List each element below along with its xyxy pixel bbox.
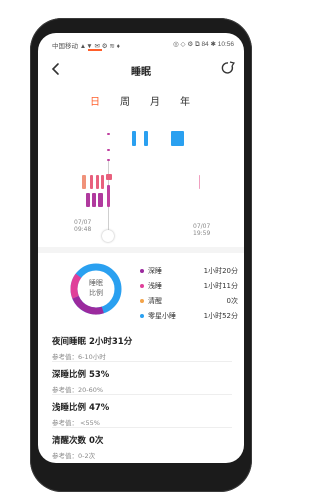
light-sleep-bar — [199, 175, 200, 189]
start-date: 07/07 — [74, 219, 92, 226]
tab-week[interactable]: 周 — [115, 93, 135, 108]
tab-year[interactable]: 年 — [175, 93, 195, 108]
timeline-slider-handle[interactable] — [102, 230, 114, 242]
cursor-tick — [107, 159, 110, 161]
end-time: 19:59 — [193, 230, 211, 237]
timeline-end-label: 07/07 19:59 — [193, 223, 210, 237]
status-bar: 中国移动 ▲▼ ✉ ⚙ ≋ ♦ ◎ ◇ ⚙ ⧉ 84 ✱ 10:56 — [38, 33, 244, 53]
page-title: 睡眠 — [131, 67, 151, 78]
tab-day[interactable]: 日 — [85, 93, 105, 108]
deep-sleep-bar — [92, 193, 96, 207]
legend-value: 1小时11分 — [203, 282, 238, 290]
stat-title: 清醒次数 0次 — [52, 436, 104, 446]
legend-name: 深睡 — [148, 267, 162, 275]
share-icon[interactable] — [220, 60, 236, 76]
donut-deep-segment — [72, 295, 104, 315]
start-time: 09:48 — [74, 226, 92, 233]
stat-awake-count: 清醒次数 0次 参考值：0-2次 — [52, 434, 234, 460]
light-sleep-bar — [90, 175, 93, 189]
legend-value: 1小时20分 — [203, 267, 238, 275]
tab-month[interactable]: 月 — [145, 93, 165, 108]
legend-row: 零星小睡 1小时52分 — [140, 311, 240, 326]
stat-title: 浅睡比例 47% — [52, 403, 110, 413]
stat-title: 深睡比例 53% — [52, 370, 110, 380]
donut-label-line2: 比例 — [89, 289, 103, 297]
stat-title: 夜间睡眠 2小时31分 — [52, 337, 133, 347]
donut-center-label: 睡眠 比例 — [68, 278, 124, 298]
cursor-tick — [107, 133, 110, 135]
light-sleep-bar — [101, 175, 104, 189]
divider — [52, 394, 232, 395]
light-sleep-bar — [82, 175, 86, 189]
donut-label-line1: 睡眠 — [89, 279, 103, 287]
nap-bar — [132, 131, 136, 146]
legend-name: 零星小睡 — [148, 312, 176, 320]
stat-reference: 参考值： <55% — [52, 419, 100, 427]
deep-sleep-bar — [107, 185, 110, 207]
divider — [52, 361, 232, 362]
legend-dot — [140, 314, 144, 318]
legend-dot — [140, 284, 144, 288]
stat-reference: 参考值：20-60% — [52, 386, 104, 394]
legend-row: 清醒 0次 — [140, 296, 240, 311]
stat-reference: 参考值：0-2次 — [52, 452, 96, 460]
deep-sleep-bar — [98, 193, 103, 207]
legend-value: 0次 — [226, 297, 238, 305]
nap-bar — [171, 131, 184, 146]
section-divider — [38, 247, 244, 253]
stat-light-ratio: 浅睡比例 47% 参考值： <55% — [52, 401, 234, 427]
tab-underline — [88, 49, 102, 51]
status-right: ◎ ◇ ⚙ ⧉ 84 ✱ 10:56 — [173, 41, 234, 48]
status-left: 中国移动 ▲▼ ✉ ⚙ ≋ ♦ — [52, 43, 120, 50]
stat-deep-ratio: 深睡比例 53% 参考值：20-60% — [52, 368, 234, 394]
legend-dot — [140, 299, 144, 303]
legend-name: 清醒 — [148, 297, 162, 305]
legend-dot — [140, 269, 144, 273]
stat-reference: 参考值：6-10小时 — [52, 353, 106, 361]
legend-value: 1小时52分 — [203, 312, 238, 320]
nap-bar — [144, 131, 148, 146]
light-sleep-bar — [96, 175, 99, 189]
light-sleep-bar — [106, 174, 112, 180]
cursor-tick — [107, 149, 110, 151]
deep-sleep-bar — [86, 193, 90, 207]
timeline-start-label: 07/07 09:48 — [74, 219, 91, 233]
stat-night-sleep: 夜间睡眠 2小时31分 参考值：6-10小时 — [52, 335, 234, 361]
divider — [52, 427, 232, 428]
legend-name: 浅睡 — [148, 282, 162, 290]
period-tabs: 日 周 月 年 — [38, 93, 244, 113]
legend-row: 深睡 1小时20分 — [140, 266, 240, 281]
end-date: 07/07 — [193, 223, 211, 230]
screen: 中国移动 ▲▼ ✉ ⚙ ≋ ♦ ◎ ◇ ⚙ ⧉ 84 ✱ 10:56 睡眠 日 … — [38, 33, 244, 463]
legend-row: 浅睡 1小时11分 — [140, 281, 240, 296]
sleep-legend: 深睡 1小时20分 浅睡 1小时11分 清醒 0次 零星小睡 1小时52分 — [140, 266, 240, 326]
